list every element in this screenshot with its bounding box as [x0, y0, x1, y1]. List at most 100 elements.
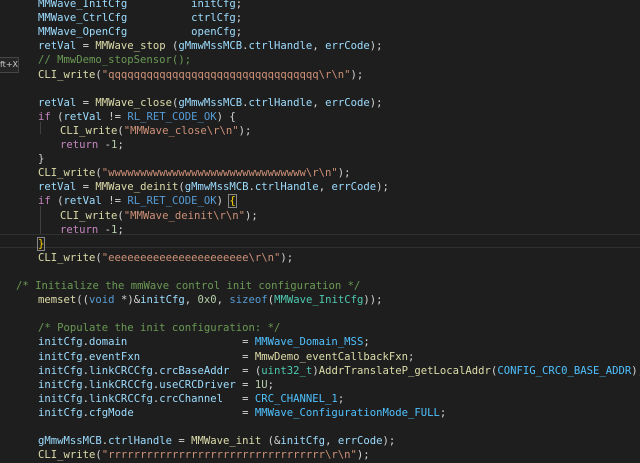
code-line[interactable]: initCfg.cfgMode = MMWave_ConfigurationMo… [38, 406, 446, 420]
code-token: CLI_write [38, 251, 96, 264]
code-line[interactable]: } [38, 152, 44, 166]
code-line[interactable]: return -1; [60, 138, 124, 152]
code-token: return [60, 139, 99, 151]
code-token: errCode [337, 435, 383, 448]
code-token: ); [369, 96, 383, 109]
code-token: retVal [38, 181, 77, 194]
code-line[interactable]: /* Populate the init configuration: */ [38, 321, 280, 335]
code-line[interactable]: memset((void *)&initCfg, 0x0, sizeof(MMW… [38, 293, 383, 307]
code-token: retVal [38, 40, 77, 53]
code-token: sizeof [229, 294, 268, 307]
code-token: , [216, 294, 230, 307]
code-token: = [76, 181, 96, 194]
code-token: "qqqqqqqqqqqqqqqqqqqqqqqqqqqqqqqqq\r\n" [101, 68, 351, 81]
code-token: retVal [63, 195, 102, 208]
code-token: ; [235, 12, 243, 25]
code-token: = [127, 336, 255, 349]
code-line[interactable]: MMWave_OpenCfg openCfg; [38, 25, 242, 39]
code-token: gMmwMssMCB [178, 96, 243, 109]
code-token: MmwDemo_eventCallbackFxn [254, 350, 408, 363]
code-token: = [223, 392, 255, 405]
code-token: void [89, 294, 115, 307]
code-line[interactable]: if (retVal != RL_RET_CODE_OK) { [38, 110, 236, 124]
code-token: ; [117, 139, 124, 151]
code-line[interactable]: initCfg.linkCRCCfg.crcBaseAddr = (uint32… [38, 364, 640, 378]
code-token: MMWave_InitCfg [274, 294, 364, 307]
code-line[interactable]: retVal = MMWave_deinit(gMmwMssMCB.ctrlHa… [38, 180, 389, 194]
indent-guide [40, 206, 41, 234]
code-token: "wwwwwwwwwwwwwwwwwwwwwwwwwwwwwww\r\n" [101, 167, 338, 180]
code-line[interactable]: CLI_write("wwwwwwwwwwwwwwwwwwwwwwwwwwwww… [38, 166, 351, 180]
code-token: MMWave_CtrlCfg [38, 12, 128, 25]
code-token: ; [267, 378, 275, 391]
code-line[interactable]: CLI_write("eeeeeeeeeeeeeeeeeeeeee\r\n"); [38, 251, 293, 265]
code-token: initCfg [38, 392, 83, 405]
code-token: linkCRCCfg [89, 378, 153, 391]
code-token: CLI_write [60, 124, 118, 137]
code-token: MMWave_deinit [95, 181, 179, 194]
code-line[interactable]: return -1; [60, 223, 124, 237]
code-token: ; [337, 392, 345, 405]
code-token: (( [76, 294, 90, 307]
code-line[interactable]: initCfg.eventFxn = MmwDemo_eventCallback… [38, 350, 414, 364]
code-token: memset [38, 294, 77, 307]
code-token: "rrrrrrrrrrrrrrrrrrrrrrrrrrrrrrrrrr\r\n" [101, 449, 357, 462]
code-token: gMmwMssMCB [178, 40, 243, 53]
code-line[interactable]: CLI_write("rrrrrrrrrrrrrrrrrrrrrrrrrrrrr… [38, 448, 370, 462]
code-token: initCfg [38, 350, 83, 363]
code-token: != [101, 195, 128, 208]
code-token: CLI_write [38, 68, 96, 81]
code-token: domain [89, 336, 128, 349]
code-token: ) { [216, 110, 236, 123]
code-token: ctrlCfg [191, 12, 236, 25]
code-line[interactable]: MMWave_InitCfg initCfg; [38, 0, 242, 11]
code-token: ); [631, 364, 640, 377]
code-token: ; [235, 26, 243, 39]
code-token: initCfg [38, 364, 83, 377]
code-editor[interactable]: ft+X) MMWave_InitCfg initCfg;MMWave_Ctrl… [0, 0, 640, 463]
code-line[interactable]: initCfg.domain = MMWave_Domain_MSS; [38, 335, 370, 349]
code-token: ); [238, 124, 252, 137]
code-line[interactable]: CLI_write("qqqqqqqqqqqqqqqqqqqqqqqqqqqqq… [38, 68, 363, 82]
code-token: ); [244, 209, 258, 222]
code-token: ); [376, 181, 389, 194]
code-token: ); [382, 435, 396, 448]
code-line[interactable]: initCfg.linkCRCCfg.crcChannel = CRC_CHAN… [38, 392, 344, 406]
code-token: gMmwMssMCB [38, 435, 102, 448]
code-line[interactable]: CLI_write("MMWave_deinit\r\n"); [60, 209, 258, 223]
code-token: // MmwDemo_stopSensor(); [38, 54, 192, 67]
code-line[interactable]: /* Initialize the mmWave control init co… [16, 279, 360, 293]
code-token: ); [280, 251, 294, 264]
code-token: != [101, 110, 128, 123]
code-token: initCfg [140, 294, 185, 307]
code-token: , [312, 40, 326, 53]
code-line[interactable]: gMmwMssMCB.ctrlHandle = MMWave_init (&in… [38, 434, 395, 448]
code-token: ctrlHandle [248, 96, 313, 109]
code-line[interactable]: CLI_write("MMWave_close\r\n"); [60, 124, 251, 138]
code-token: 1U [254, 378, 268, 391]
code-token: initCfg [280, 435, 326, 448]
code-token: *)& [114, 294, 141, 307]
code-line[interactable]: initCfg.linkCRCCfg.useCRCDriver = 1U; [38, 378, 274, 392]
code-token: CONFIG_CRC0_BASE_ADDR [497, 364, 632, 377]
code-token: errCode [325, 96, 370, 109]
code-line[interactable]: // MmwDemo_stopSensor(); [38, 53, 191, 67]
code-line[interactable]: MMWave_CtrlCfg ctrlCfg; [38, 11, 242, 25]
code-token: initCfg [38, 336, 83, 349]
code-token: if [38, 195, 51, 208]
code-token: ( [165, 40, 179, 53]
code-line[interactable]: } [36, 236, 46, 251]
code-line[interactable]: if (retVal != RL_RET_CODE_OK) { [38, 194, 237, 209]
code-token: ) [216, 195, 230, 208]
code-line[interactable]: retVal = MMWave_stop (gMmwMssMCB.ctrlHan… [38, 39, 383, 53]
code-token: } [38, 153, 45, 166]
code-token: CRC_CHANNEL_1 [254, 392, 338, 405]
code-line[interactable]: retVal = MMWave_close(gMmwMssMCB.ctrlHan… [38, 96, 383, 110]
code-token: initCfg [38, 406, 83, 419]
code-token: ); [337, 167, 351, 180]
code-token: MMWave_close [95, 96, 172, 109]
code-token: (& [261, 435, 281, 448]
code-token: ; [407, 350, 415, 363]
